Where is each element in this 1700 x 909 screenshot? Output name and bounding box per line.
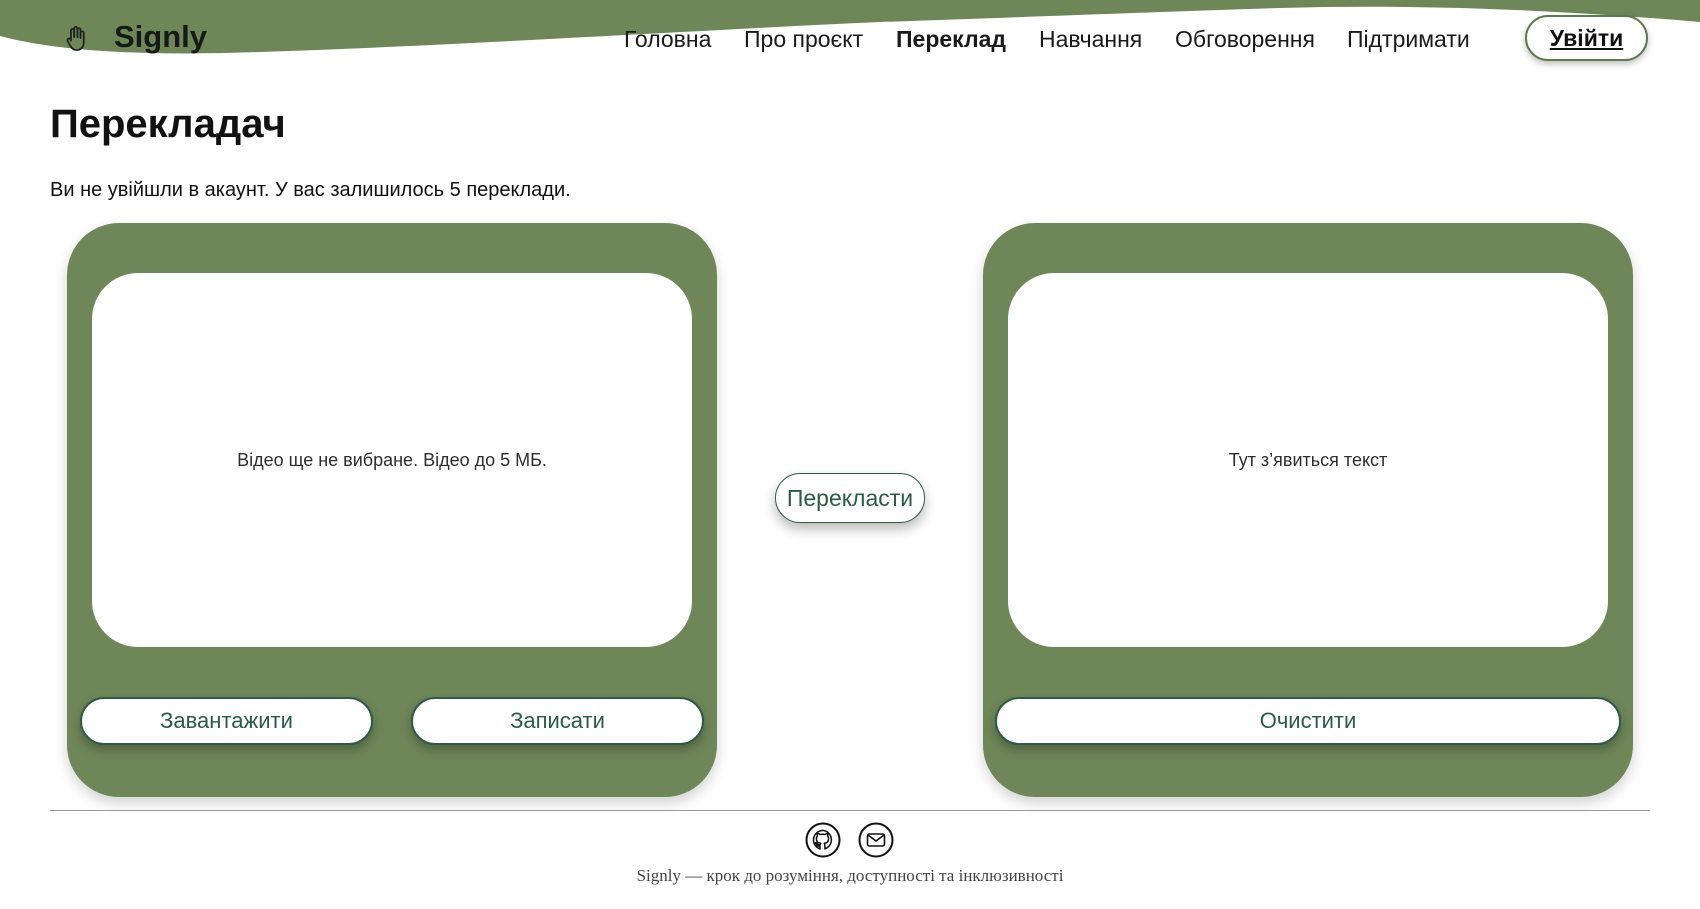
record-button[interactable]: Записати — [411, 697, 704, 745]
nav-discussion[interactable]: Обговорення — [1175, 26, 1315, 53]
login-button[interactable]: Увійти — [1525, 15, 1648, 61]
upload-button[interactable]: Завантажити — [80, 697, 373, 745]
clear-button[interactable]: Очистити — [995, 697, 1621, 745]
remaining-translations-notice: Ви не увійшли в акаунт. У вас залишилось… — [50, 179, 571, 201]
hand-icon[interactable] — [62, 24, 92, 54]
text-output-area: Тут з’явиться текст — [1008, 273, 1608, 647]
brand-name[interactable]: Signly — [114, 19, 207, 55]
nav-about[interactable]: Про проєкт — [744, 26, 863, 53]
text-placeholder: Тут з’явиться текст — [1228, 449, 1388, 470]
nav-translate[interactable]: Переклад — [896, 26, 1006, 53]
video-panel: Відео ще не вибране. Відео до 5 МБ. Зава… — [67, 223, 717, 797]
nav-learning[interactable]: Навчання — [1039, 26, 1142, 53]
mail-icon[interactable] — [858, 822, 894, 858]
video-placeholder-text: Відео ще не вибране. Відео до 5 МБ. — [237, 449, 547, 470]
nav-home[interactable]: Головна — [624, 26, 711, 53]
footer-divider — [50, 810, 1650, 811]
site-header: Signly Головна Про проєкт Переклад Навча… — [0, 0, 1700, 76]
footer-tagline: Signly — крок до розуміння, доступності … — [636, 866, 1064, 885]
text-panel: Тут з’явиться текст Очистити — [983, 223, 1633, 797]
github-icon[interactable] — [805, 822, 841, 858]
nav-support[interactable]: Підтримати — [1347, 26, 1470, 53]
video-preview-area[interactable]: Відео ще не вибране. Відео до 5 МБ. — [92, 273, 692, 647]
translate-button[interactable]: Перекласти — [775, 473, 925, 523]
page-title: Перекладач — [50, 102, 286, 146]
